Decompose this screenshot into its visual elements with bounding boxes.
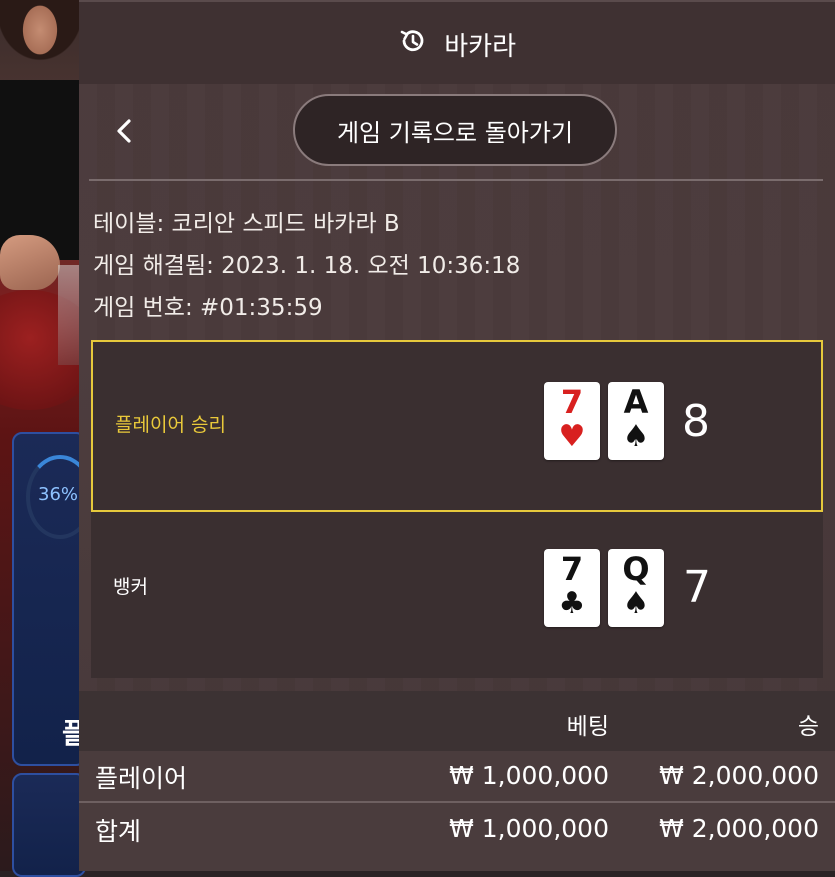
bet-row-label: 플레이어: [95, 764, 188, 793]
banker-result: 뱅커 7 ♣ Q ♠ 7: [91, 512, 823, 678]
total-label: 합계: [95, 817, 142, 846]
banker-result-label: 뱅커: [113, 576, 148, 598]
back-to-history-button[interactable]: 게임 기록으로 돌아가기: [293, 94, 617, 166]
player-result-label: 플레이어 승리: [115, 414, 226, 436]
divider: [89, 179, 823, 181]
title-text: 바카라: [444, 32, 517, 62]
card-rank: 7: [560, 550, 584, 588]
table-row: 플레이어 ₩ 1,000,000 ₩ 2,000,000: [79, 751, 835, 803]
panel-title: 바카라: [79, 26, 835, 63]
player-result: 플레이어 승리 7 ♥ A ♠ 8: [91, 340, 823, 512]
card-rank: 7: [560, 383, 584, 421]
game-background: 36% 플: [0, 0, 100, 877]
resolved-time: 게임 해결됨: 2023. 1. 18. 오전 10:36:18: [93, 253, 521, 279]
dealer-hand: [0, 235, 60, 290]
heart-icon: ♥: [558, 419, 586, 454]
bet-spot-secondary[interactable]: [12, 773, 86, 877]
bets-table-header: 베팅 승: [79, 691, 835, 751]
total-win-amount: ₩ 2,000,000: [659, 814, 819, 843]
card-rank: Q: [622, 550, 650, 588]
player-score: 8: [682, 396, 710, 447]
chevron-left-icon[interactable]: [111, 115, 137, 147]
card-rank: A: [623, 383, 649, 421]
playing-card: A ♠: [608, 382, 664, 460]
spade-icon: ♠: [622, 586, 650, 621]
banker-score: 7: [683, 562, 711, 613]
table-row-total: 합계 ₩ 1,000,000 ₩ 2,000,000: [79, 803, 835, 871]
playing-card: 7 ♣: [544, 549, 600, 627]
progress-label: 36%: [38, 484, 79, 505]
total-bet-amount: ₩ 1,000,000: [449, 814, 609, 843]
playing-card: Q ♠: [608, 549, 664, 627]
win-column-header: 승: [797, 714, 819, 740]
table-name: 테이블: 코리안 스피드 바카라 B: [93, 211, 400, 237]
playing-card: 7 ♥: [544, 382, 600, 460]
panel-header: 바카라: [79, 0, 835, 84]
win-amount: ₩ 2,000,000: [659, 761, 819, 790]
card-shoe: [58, 265, 80, 365]
history-icon: [398, 26, 428, 63]
spade-icon: ♠: [622, 419, 650, 454]
bet-amount: ₩ 1,000,000: [449, 761, 609, 790]
history-panel: 바카라 게임 기록으로 돌아가기 테이블: 코리안 스피드 바카라 B 게임 해…: [79, 0, 835, 871]
club-icon: ♣: [558, 586, 586, 621]
bet-column-header: 베팅: [566, 714, 609, 740]
game-number: 게임 번호: #01:35:59: [93, 295, 323, 321]
